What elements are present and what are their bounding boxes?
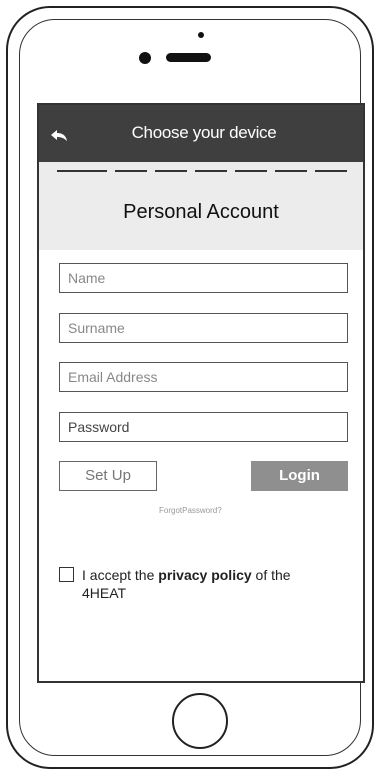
surname-field[interactable] <box>59 313 348 343</box>
privacy-consent-text: I accept the privacy policy of the 4HEAT <box>82 566 332 602</box>
progress-step <box>235 170 267 172</box>
sensor-icon <box>139 52 151 64</box>
app-screen: Choose your device Personal Account Set … <box>37 103 365 683</box>
progress-step <box>115 170 147 172</box>
home-button[interactable] <box>172 693 228 749</box>
progress-step <box>275 170 307 172</box>
account-header: Personal Account <box>39 162 363 250</box>
progress-step <box>57 170 107 172</box>
privacy-policy-link[interactable]: privacy policy <box>158 567 251 583</box>
progress-steps <box>57 170 347 174</box>
privacy-checkbox[interactable] <box>59 567 74 582</box>
speaker-grille <box>166 53 211 62</box>
progress-step <box>155 170 187 172</box>
page-title: Personal Account <box>123 201 279 223</box>
password-field[interactable] <box>59 412 348 442</box>
setup-button[interactable]: Set Up <box>59 461 157 491</box>
login-button[interactable]: Login <box>251 461 348 491</box>
top-bar: Choose your device <box>39 105 363 162</box>
front-camera-icon <box>198 32 204 38</box>
email-field[interactable] <box>59 362 348 392</box>
progress-step <box>195 170 227 172</box>
topbar-title: Choose your device <box>131 123 277 142</box>
forgot-password-link[interactable]: ForgotPassword? <box>159 506 222 515</box>
name-field[interactable] <box>59 263 348 293</box>
consent-text-before: I accept the <box>82 567 159 583</box>
progress-step <box>315 170 347 172</box>
